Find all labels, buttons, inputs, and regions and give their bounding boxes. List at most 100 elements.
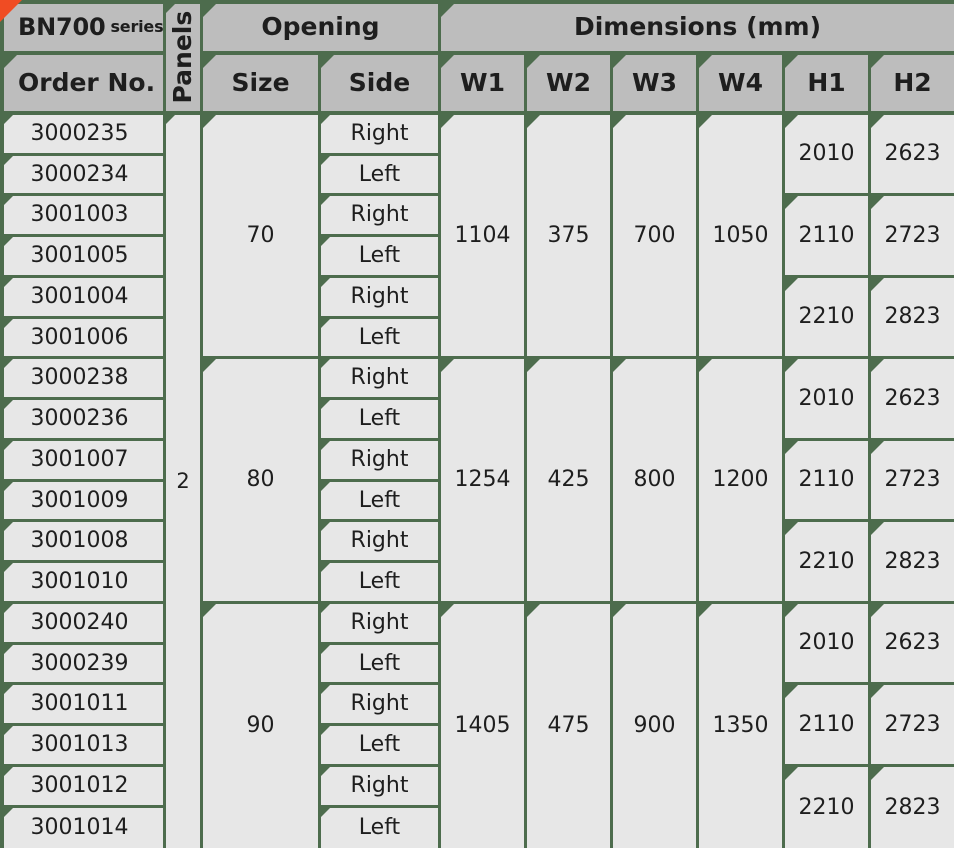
table-cell-h1-text: 2210: [798, 304, 855, 330]
table-cell-size-text: 90: [246, 713, 275, 739]
column-header-w1-label: W1: [460, 67, 505, 97]
table-cell-h1: 2110: [785, 685, 868, 764]
table-cell-order-no[interactable]: 3001006: [4, 319, 163, 356]
table-cell-side-text: Right: [350, 202, 409, 228]
table-cell-size: 70: [203, 115, 318, 356]
column-header-side-label: Side: [348, 67, 411, 97]
table-cell-order-no[interactable]: 3001011: [4, 685, 163, 723]
table-cell-side: Left: [321, 319, 438, 356]
table-cell-w2-text: 425: [547, 467, 590, 493]
table-cell-side-text: Left: [358, 569, 401, 595]
table-cell-w4-text: 1200: [712, 467, 769, 493]
column-header-size-label: Size: [231, 67, 290, 97]
table-cell-order-no[interactable]: 3000240: [4, 604, 163, 642]
table-cell-w1: 1254: [441, 359, 524, 601]
table-cell-w3: 800: [613, 359, 696, 601]
brand-title: BN700 series: [4, 4, 163, 51]
table-cell-size: 90: [203, 604, 318, 848]
table-cell-order-no-text: 3001006: [30, 324, 129, 350]
table-cell-order-no-text: 3000239: [30, 650, 129, 676]
table-cell-order-no-text: 3000236: [30, 406, 129, 432]
table-cell-order-no[interactable]: 3001008: [4, 522, 163, 560]
table-cell-side: Right: [321, 359, 438, 397]
table-cell-h1-text: 2210: [798, 548, 855, 574]
table-cell-h2: 2723: [871, 685, 954, 764]
table-cell-side-text: Right: [350, 691, 409, 717]
table-cell-w1-text: 1405: [454, 713, 511, 739]
table-cell-side-text: Right: [350, 447, 409, 473]
table-cell-order-no[interactable]: 3001013: [4, 726, 163, 764]
table-cell-w3: 700: [613, 115, 696, 356]
table-cell-h2: 2623: [871, 115, 954, 193]
column-header-size: Size: [203, 55, 318, 111]
column-header-h1: H1: [785, 55, 868, 111]
table-cell-size-text: 70: [246, 222, 275, 248]
table-cell-h2: 2823: [871, 767, 954, 848]
table-cell-h1-text: 2010: [798, 385, 855, 411]
table-cell-w2: 475: [527, 604, 610, 848]
table-cell-side-text: Right: [350, 284, 409, 310]
table-cell-side: Left: [321, 563, 438, 601]
table-cell-w4: 1200: [699, 359, 782, 601]
table-cell-h2-text: 2723: [884, 711, 941, 737]
table-cell-w3-text: 900: [633, 713, 676, 739]
table-cell-w1: 1405: [441, 604, 524, 848]
table-cell-side: Right: [321, 115, 438, 153]
brand-series-suffix: series: [110, 17, 163, 37]
table-cell-h2: 2623: [871, 604, 954, 682]
table-cell-h1: 2010: [785, 115, 868, 193]
table-cell-side-text: Left: [358, 487, 401, 513]
table-cell-h1: 2210: [785, 522, 868, 601]
table-cell-w1-text: 1104: [454, 222, 511, 248]
table-cell-h2: 2723: [871, 196, 954, 275]
table-cell-side: Right: [321, 767, 438, 805]
table-cell-h2-text: 2723: [884, 467, 941, 493]
column-header-w2-label: W2: [546, 67, 591, 97]
table-cell-h2-text: 2723: [884, 222, 941, 248]
table-cell-order-no[interactable]: 3000236: [4, 400, 163, 438]
column-header-h1-label: H1: [807, 67, 846, 97]
table-cell-order-no[interactable]: 3001014: [4, 808, 163, 848]
table-cell-w2: 425: [527, 359, 610, 601]
table-cell-side-text: Left: [358, 732, 401, 758]
table-cell-size: 80: [203, 359, 318, 601]
table-cell-order-no[interactable]: 3000239: [4, 645, 163, 682]
table-cell-order-no-text: 3001009: [30, 487, 129, 513]
table-cell-order-no[interactable]: 3000235: [4, 115, 163, 153]
table-cell-order-no[interactable]: 3001010: [4, 563, 163, 601]
table-cell-h2-text: 2823: [884, 304, 941, 330]
table-cell-side-text: Right: [350, 773, 409, 799]
table-cell-h2: 2823: [871, 278, 954, 356]
table-cell-h2: 2823: [871, 522, 954, 601]
table-cell-side: Right: [321, 604, 438, 642]
table-cell-side: Left: [321, 645, 438, 682]
table-cell-h2-text: 2623: [884, 630, 941, 656]
table-cell-h1: 2210: [785, 278, 868, 356]
table-cell-order-no-text: 3000238: [30, 365, 129, 391]
table-cell-w4-text: 1350: [712, 713, 769, 739]
table-cell-order-no[interactable]: 3000238: [4, 359, 163, 397]
column-header-w4: W4: [699, 55, 782, 111]
table-cell-side-text: Left: [358, 161, 401, 187]
table-cell-w1: 1104: [441, 115, 524, 356]
table-cell-order-no[interactable]: 3001012: [4, 767, 163, 805]
table-cell-order-no-text: 3001008: [30, 528, 129, 554]
table-cell-side-text: Left: [358, 324, 401, 350]
table-cell-order-no[interactable]: 3000234: [4, 156, 163, 193]
table-cell-side-text: Right: [350, 610, 409, 636]
table-cell-side-text: Right: [350, 121, 409, 147]
table-cell-w3-text: 700: [633, 222, 676, 248]
table-cell-order-no-text: 3001005: [30, 243, 129, 269]
table-cell-order-no[interactable]: 3001003: [4, 196, 163, 234]
table-cell-w1-text: 1254: [454, 467, 511, 493]
table-cell-h1: 2110: [785, 196, 868, 275]
table-cell-order-no[interactable]: 3001005: [4, 237, 163, 275]
table-cell-side: Right: [321, 522, 438, 560]
table-cell-order-no[interactable]: 3001004: [4, 278, 163, 316]
table-cell-order-no[interactable]: 3001007: [4, 441, 163, 479]
table-cell-order-no[interactable]: 3001009: [4, 482, 163, 519]
table-cell-order-no-text: 3001010: [30, 569, 129, 595]
table-cell-order-no-text: 3001004: [30, 284, 129, 310]
column-header-w4-label: W4: [718, 67, 763, 97]
table-cell-h2-text: 2823: [884, 548, 941, 574]
